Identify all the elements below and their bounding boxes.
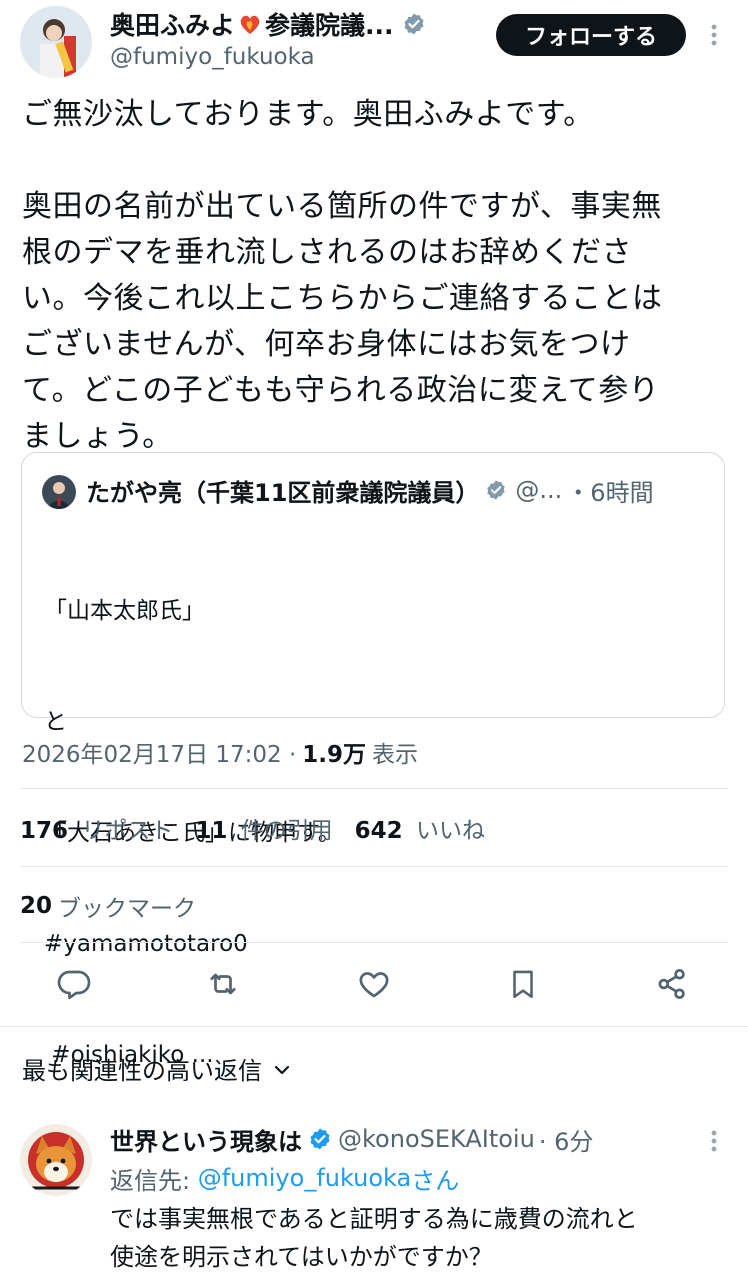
tweet-line	[22, 138, 732, 184]
views-count: 1.9万	[302, 742, 367, 768]
share-icon[interactable]	[654, 966, 690, 1002]
quote-tweet-card[interactable]: たがや亮（千葉11区前衆議院議員） @... ・6時間 「山本太郎氏」 と 「大…	[21, 452, 725, 1068]
author-handle[interactable]: @fumiyo_fukuoka	[110, 44, 315, 70]
reposts-count: 176	[20, 818, 69, 844]
follow-button-label: フォローする	[524, 25, 657, 50]
author-name-suffix: 参議院議...	[265, 11, 394, 40]
quote-author-row: たがや亮（千葉11区前衆議院議員） @... ・6時間	[86, 471, 654, 509]
likes-label: いいね	[415, 818, 485, 844]
tweet-line: ご無沙汰しております。奥田ふみよです。	[22, 97, 594, 132]
reply-author-name[interactable]: 世界という現象は	[110, 1122, 302, 1157]
tweet-line: ございませんが、何卒お身体にはお気をつけ	[22, 327, 631, 362]
like-icon[interactable]	[355, 966, 393, 1002]
heart-fire-icon	[237, 11, 263, 37]
divider	[20, 866, 728, 867]
tweet-line: 根のデマを垂れ流しされるのはお辞めくださ	[22, 235, 632, 270]
tweet-meta: 2026年02月17日 17:02 · 1.9万 表示	[22, 732, 418, 772]
bookmarks-count: 20	[20, 893, 53, 919]
reply-more-options-icon[interactable]	[702, 1126, 726, 1156]
reply-to-prefix: 返信先:	[110, 1166, 198, 1195]
repost-icon[interactable]	[204, 966, 242, 1002]
likes-stat[interactable]: 642 いいね	[355, 811, 485, 845]
verified-gray-icon	[485, 479, 507, 501]
author-avatar[interactable]	[20, 6, 92, 78]
verified-blue-icon	[308, 1127, 332, 1151]
bookmark-icon[interactable]	[506, 966, 540, 1002]
reposts-label: リポスト	[81, 818, 174, 844]
more-options-icon[interactable]	[702, 20, 726, 50]
divider	[20, 788, 728, 789]
quotes-stat[interactable]: 11 件の引用	[195, 811, 332, 845]
bookmarks-stat[interactable]: 20 ブックマーク	[20, 886, 196, 926]
quote-line: 「山本太郎氏」	[44, 598, 205, 624]
reply-author-avatar[interactable]	[20, 1124, 92, 1196]
section-divider	[0, 1026, 748, 1027]
divider	[20, 942, 728, 943]
chevron-down-icon	[272, 1058, 292, 1078]
replies-sort-dropdown[interactable]: 最も関連性の高い返信	[22, 1048, 292, 1088]
views-label: 表示	[372, 742, 419, 768]
reply-to-line: 返信先: @fumiyo_fukuoka さん	[110, 1160, 459, 1196]
bookmarks-label: ブックマーク	[58, 896, 197, 922]
reply-body: では事実無根であると証明する為に歳費の流れと 使途を明示されてはいかがですか？	[110, 1200, 638, 1276]
verified-gray-icon	[402, 12, 426, 36]
follow-button[interactable]: フォローする	[496, 14, 686, 56]
quote-time: ・6時間	[566, 478, 654, 507]
reply-author-row: 世界という現象は @konoSEKAItoiu · 6分	[110, 1120, 593, 1158]
reply-icon[interactable]	[56, 966, 92, 1002]
author-name-text: 奥田ふみよ	[110, 11, 236, 40]
tweet-timestamp[interactable]: 2026年02月17日 17:02 ·	[22, 735, 296, 769]
stats-row: 176 リポスト 11 件の引用 642 いいね	[20, 808, 485, 848]
quotes-count: 11	[195, 818, 228, 844]
replies-sort-label: 最も関連性の高い返信	[22, 1056, 262, 1085]
quote-author-handle: @...	[515, 476, 563, 504]
reply-to-suffix: さん	[411, 1166, 460, 1195]
tweet-line: 奥田の名前が出ている箇所の件ですが、事実無	[22, 189, 662, 224]
quote-line: #yamamototaro0	[44, 931, 248, 957]
author-name[interactable]: 奥田ふみよ 参議院議...	[110, 8, 426, 40]
reply-author-handle[interactable]: @konoSEKAItoiu	[338, 1125, 535, 1153]
quotes-label: 件の引用	[240, 818, 333, 844]
tweet-body: ご無沙汰しております。奥田ふみよです。 奥田の名前が出ている箇所の件ですが、事実…	[22, 92, 732, 460]
tweet-line: て。どこの子どもも守られる政治に変えて参り	[22, 373, 660, 408]
tweet-line: い。今後これ以上こちらからご連絡することは	[22, 281, 663, 316]
reply-to-handle-link[interactable]: @fumiyo_fukuoka	[198, 1164, 412, 1192]
reply-line: では事実無根であると証明する為に歳費の流れと	[110, 1205, 638, 1233]
quote-author-avatar	[42, 475, 76, 509]
reply-line: 使途を明示されてはいかがですか？	[110, 1243, 493, 1271]
reposts-stat[interactable]: 176 リポスト	[20, 811, 173, 845]
quote-author-name: たがや亮（千葉11区前衆議院議員）	[86, 478, 480, 507]
reply-time: · 6分	[538, 1127, 594, 1156]
likes-count: 642	[354, 818, 403, 844]
